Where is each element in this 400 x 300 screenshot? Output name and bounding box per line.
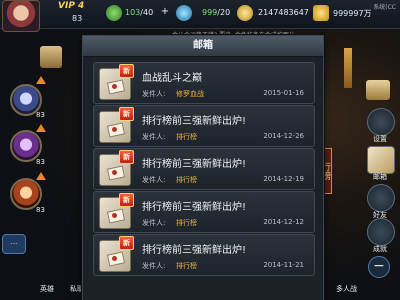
sender-name: 修罗血战 — [176, 90, 204, 98]
energy-icon — [176, 5, 192, 21]
achievement-label: 成就 — [373, 245, 387, 253]
ribbon-icon — [344, 48, 352, 88]
mail-date: 2014-11-21 — [263, 261, 304, 269]
vip-badge: VIP 4 — [58, 1, 85, 11]
more-button[interactable]: 多人战 — [336, 284, 357, 294]
mail-title: 血战乱斗之巅 — [142, 73, 202, 84]
mail-icon[interactable] — [367, 146, 395, 174]
system-label: 系统(CC — [373, 4, 396, 11]
energy-current: 999 — [202, 8, 218, 17]
achievement-icon[interactable] — [367, 218, 395, 246]
stamina-value: 103/40 — [125, 8, 153, 21]
mail-title: 排行榜前三强新鲜出炉! — [142, 159, 247, 170]
coin-value: 2147483647 — [258, 8, 309, 17]
mail-title: 排行榜前三强新鲜出炉! — [142, 245, 247, 256]
new-badge: 新 — [119, 107, 134, 121]
chat-button[interactable]: ··· — [2, 234, 26, 254]
mail-date: 2014-12-19 — [263, 175, 304, 183]
sender-label: 发件人: — [142, 262, 166, 270]
mail-date: 2014-12-26 — [263, 132, 304, 140]
mailbox-title: 邮箱 — [83, 36, 323, 57]
mail-date: 2015-01-16 — [263, 89, 304, 97]
sender-label: 发件人: — [142, 133, 166, 141]
upgrade-arrow-icon — [36, 172, 46, 180]
mail-item[interactable]: 新 排行榜前三强新鲜出炉! 发件人: 排行榜 2014-12-19 — [93, 148, 315, 190]
sender-name: 排行榜 — [176, 219, 197, 227]
scroll-icon[interactable] — [366, 80, 390, 100]
game-screen: VIP 4 83 103/40 + 999/20 + 2147483647 99… — [0, 0, 400, 300]
player-level: 83 — [72, 14, 83, 23]
mail-label: 邮箱 — [373, 173, 387, 181]
close-icon[interactable]: − — [368, 256, 390, 278]
mail-item[interactable]: 新 排行榜前三强新鲜出炉! 发件人: 排行榜 2014-11-21 — [93, 234, 315, 276]
quest-scroll-icon[interactable] — [40, 46, 62, 68]
gem-icon — [313, 5, 329, 21]
mail-item[interactable]: 新 血战乱斗之巅 发件人: 修罗血战 2015-01-16 — [93, 62, 315, 104]
top-resource-bar: VIP 4 83 103/40 + 999/20 + 2147483647 99… — [0, 0, 400, 32]
hero-level-3: 83 — [36, 206, 45, 214]
upgrade-arrow-icon — [36, 76, 46, 84]
gem-value: 999997万 — [333, 9, 372, 18]
energy-max: /20 — [217, 8, 231, 17]
new-badge: 新 — [119, 64, 134, 78]
player-avatar[interactable] — [2, 0, 40, 32]
hero-level-1: 83 — [36, 111, 45, 119]
stamina-icon — [106, 5, 122, 21]
sender-label: 发件人: — [142, 176, 166, 184]
gear-icon[interactable] — [367, 108, 395, 136]
friends-icon[interactable] — [367, 184, 395, 212]
mail-item[interactable]: 新 排行榜前三强新鲜出炉! 发件人: 排行榜 2014-12-12 — [93, 191, 315, 233]
stamina-max: /40 — [140, 8, 154, 17]
mail-date: 2014-12-12 — [263, 218, 304, 226]
new-badge: 新 — [119, 236, 134, 250]
mail-title: 排行榜前三强新鲜出炉! — [142, 116, 247, 127]
new-badge: 新 — [119, 193, 134, 207]
settings-label: 设置 — [373, 135, 387, 143]
coin-icon — [237, 5, 253, 21]
new-badge: 新 — [119, 150, 134, 164]
sender-name: 排行榜 — [176, 176, 197, 184]
upgrade-arrow-icon — [36, 124, 46, 132]
sender-label: 发件人: — [142, 90, 166, 98]
sender-name: 排行榜 — [176, 262, 197, 270]
heroes-button[interactable]: 英雄 — [40, 284, 54, 294]
add-stamina-button[interactable]: + — [160, 7, 170, 17]
mail-item[interactable]: 新 排行榜前三强新鲜出炉! 发件人: 排行榜 2014-12-26 — [93, 105, 315, 147]
stamina-current: 103 — [125, 8, 141, 17]
mailbox-panel: 邮箱 新 血战乱斗之巅 发件人: 修罗血战 2015-01-16 新 排行榜前三… — [82, 35, 324, 300]
sender-name: 排行榜 — [176, 133, 197, 141]
hero-level-2: 83 — [36, 158, 45, 166]
sender-label: 发件人: — [142, 219, 166, 227]
mail-title: 排行榜前三强新鲜出炉! — [142, 202, 247, 213]
energy-value: 999/20 — [202, 8, 230, 21]
